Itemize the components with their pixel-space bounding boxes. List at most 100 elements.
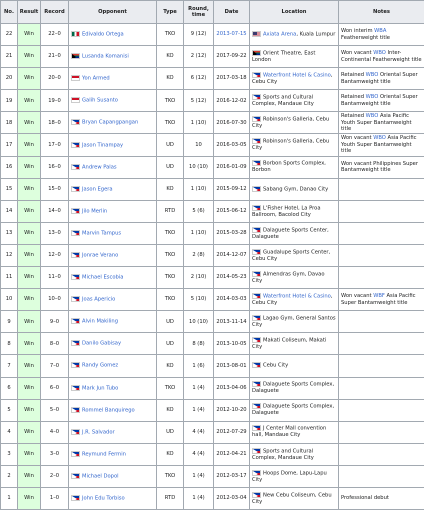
location-flag-icon xyxy=(252,186,261,192)
location-flag-icon xyxy=(252,271,261,277)
country-flag-icon xyxy=(71,362,80,368)
venue-link[interactable]: Waterfront Hotel & Casino xyxy=(263,293,331,299)
location-text: Makati Coliseum, Makati City xyxy=(252,338,326,351)
opponent-link[interactable]: Marvin Tampus xyxy=(82,230,121,236)
opponent-link[interactable]: Lusanda Komanisi xyxy=(82,54,129,60)
country-flag-icon xyxy=(71,208,80,214)
col-header-no[interactable]: No. xyxy=(1,1,18,24)
location-text: Cebu City xyxy=(263,363,288,369)
location-cell: Dalaguete Sports Complex, Dalaguete xyxy=(250,399,339,421)
opponent-link[interactable]: Jonrae Verano xyxy=(82,252,118,258)
table-row: 1Win1–0John Edu TorbisoRTD1 (4)2012-03-0… xyxy=(1,487,424,509)
sanctioning-body-link[interactable]: WBO xyxy=(373,50,386,56)
table-row: 17Win17–0Jason TinampayUD102016-03-05Rob… xyxy=(1,134,424,156)
sanctioning-body-link[interactable]: WBA xyxy=(374,28,386,34)
opponent-link[interactable]: Bryan Capangpangan xyxy=(82,120,138,126)
col-header-record[interactable]: Record xyxy=(41,1,69,24)
fight-type: KO xyxy=(157,178,184,200)
notes-cell xyxy=(339,377,424,399)
location-text: Hoops Dome, Lapu-Lapu City xyxy=(252,470,327,483)
opponent-link[interactable]: John Edu Torbiso xyxy=(82,496,125,502)
col-header-date[interactable]: Date xyxy=(214,1,250,24)
col-header-opponent[interactable]: Opponent xyxy=(69,1,157,24)
opponent-link[interactable]: Jason Tinampay xyxy=(82,142,123,148)
opponent-cell: Bryan Capangpangan xyxy=(69,112,157,134)
venue-link[interactable]: Axiata Arena xyxy=(263,32,296,38)
fight-number: 10 xyxy=(1,289,18,311)
notes-cell: Won vacant Philippines Super Bantamweigh… xyxy=(339,156,424,178)
sanctioning-body-link[interactable]: WBO xyxy=(366,72,379,78)
opponent-link[interactable]: Edivaldo Ortega xyxy=(82,32,124,38)
col-header-round-time[interactable]: Round, time xyxy=(184,1,214,24)
notes-cell xyxy=(339,200,424,222)
location-flag-icon xyxy=(252,362,261,368)
opponent-link[interactable]: Yon Armed xyxy=(82,76,110,82)
notes-text: Professional debut xyxy=(341,495,389,501)
fight-type: KO xyxy=(157,68,184,90)
opponent-link[interactable]: Rommel Banquirego xyxy=(82,407,135,413)
location-text: Dalaguete Sports Complex, Dalaguete xyxy=(252,382,334,395)
fight-number: 6 xyxy=(1,377,18,399)
opponent-cell: Rommel Banquirego xyxy=(69,399,157,421)
sanctioning-body-link[interactable]: WBF xyxy=(373,293,385,299)
fight-type: UD xyxy=(157,134,184,156)
fight-record: 4–0 xyxy=(41,421,69,443)
col-header-location[interactable]: Location xyxy=(250,1,339,24)
country-flag-icon xyxy=(71,318,80,324)
opponent-link[interactable]: J.R. Salvador xyxy=(82,429,115,435)
round-time: 1 (10) xyxy=(184,222,214,244)
location-text: Lagao Gym, General Santos City xyxy=(252,316,336,329)
fight-type: TKO xyxy=(157,465,184,487)
col-header-notes[interactable]: Notes xyxy=(339,1,424,24)
opponent-link[interactable]: Randy Gomez xyxy=(82,363,118,369)
country-flag-icon xyxy=(71,53,80,59)
col-header-type[interactable]: Type xyxy=(157,1,184,24)
location-text: Sports and Cultural Complex, Mandaue Cit… xyxy=(252,448,314,461)
opponent-cell: J.R. Salvador xyxy=(69,421,157,443)
notes-cell xyxy=(339,465,424,487)
opponent-link[interactable]: Jilo Merlin xyxy=(82,208,107,214)
notes-cell: Won vacant WBO Asia Pacific Youth Super … xyxy=(339,134,424,156)
fight-number: 5 xyxy=(1,399,18,421)
country-flag-icon xyxy=(71,186,80,192)
fight-date: 2012-04-21 xyxy=(214,443,250,465)
table-row: 11Win11–0Michael EscobiaTKO2 (10)2014-05… xyxy=(1,267,424,289)
opponent-link[interactable]: Alvin Makiling xyxy=(82,319,118,325)
country-flag-icon xyxy=(71,97,80,103)
notes-cell xyxy=(339,399,424,421)
fight-result: Win xyxy=(18,112,41,134)
opponent-cell: John Edu Torbiso xyxy=(69,487,157,509)
location-text: L'Fisher Hotel, La Proa Ballroom, Bacolo… xyxy=(252,205,321,218)
opponent-link[interactable]: Andrew Palas xyxy=(82,164,117,170)
opponent-link[interactable]: Reymund Fermin xyxy=(82,451,126,457)
location-cell: Dalaguete Sports Complex, Dalaguete xyxy=(250,377,339,399)
fight-date: 2016-03-05 xyxy=(214,134,250,156)
location-text: J Center Mall convention hall, Mandaue C… xyxy=(252,426,326,439)
round-time: 9 (12) xyxy=(184,24,214,46)
opponent-link[interactable]: Michael Escobia xyxy=(82,275,123,281)
opponent-link[interactable]: Galih Susanto xyxy=(82,98,118,104)
opponent-link[interactable]: Mark Jun Tubo xyxy=(82,385,118,391)
location-flag-icon xyxy=(252,492,261,498)
opponent-link[interactable]: Danilo Gabisay xyxy=(82,341,121,347)
country-flag-icon xyxy=(71,296,80,302)
sanctioning-body-link[interactable]: WBO xyxy=(366,94,379,100)
col-header-result[interactable]: Result xyxy=(18,1,41,24)
location-text: , Kuala Lumpur xyxy=(296,32,335,38)
country-flag-icon xyxy=(71,473,80,479)
location-flag-icon xyxy=(252,205,261,211)
location-cell: Waterfront Hotel & Casino, Cebu City xyxy=(250,289,339,311)
opponent-link[interactable]: Joas Apericio xyxy=(82,297,115,303)
opponent-link[interactable]: Jason Egera xyxy=(82,186,113,192)
fight-date: 2015-06-12 xyxy=(214,200,250,222)
round-time: 6 (12) xyxy=(184,68,214,90)
opponent-link[interactable]: Michael Dopol xyxy=(82,473,119,479)
opponent-cell: Randy Gomez xyxy=(69,355,157,377)
fight-date[interactable]: 2013-07-15 xyxy=(214,24,250,46)
venue-link[interactable]: Waterfront Hotel & Casino xyxy=(263,72,331,78)
location-cell: Guadalupe Sports Center, Cebu City xyxy=(250,244,339,266)
sanctioning-body-link[interactable]: WBO xyxy=(373,135,386,141)
sanctioning-body-link[interactable]: WBO xyxy=(366,113,379,119)
notes-cell xyxy=(339,355,424,377)
fight-type: TKO xyxy=(157,112,184,134)
